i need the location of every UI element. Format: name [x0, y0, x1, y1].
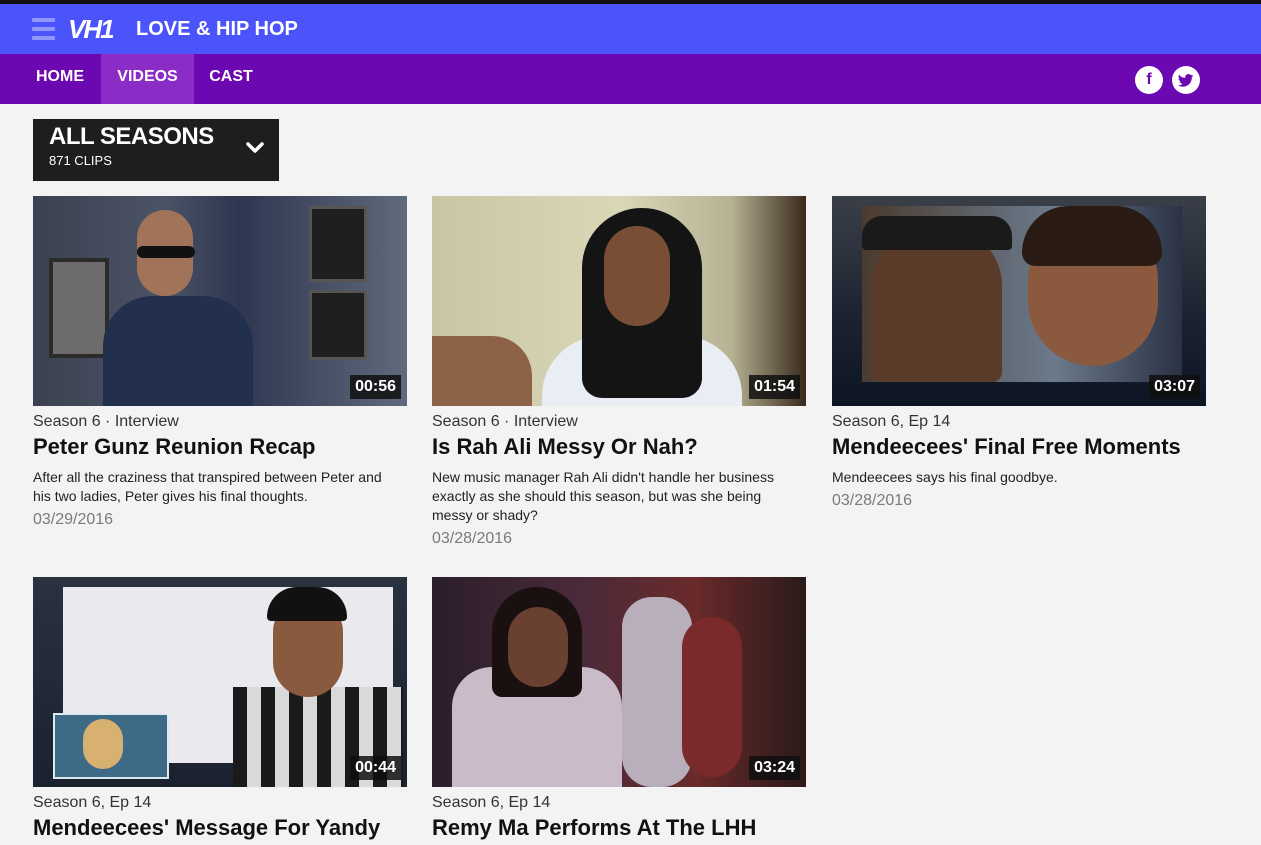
video-meta: Season 6, Ep 14: [832, 413, 951, 430]
clip-count: 871 CLIPS: [49, 153, 112, 168]
video-card: 00:56 Season 6 · Interview Peter Gunz Re…: [33, 196, 407, 529]
video-title[interactable]: Peter Gunz Reunion Recap: [33, 434, 407, 460]
video-meta: Season 6, Ep 14: [33, 794, 152, 811]
video-meta: Season 6, Ep 14: [432, 794, 551, 811]
video-duration: 00:56: [350, 375, 401, 399]
nav-bar: HOME VIDEOS CAST f: [0, 54, 1261, 104]
video-duration: 03:07: [1149, 375, 1200, 399]
nav-videos[interactable]: VIDEOS: [101, 54, 194, 104]
video-thumbnail[interactable]: 00:56: [33, 196, 407, 406]
video-date: 03/28/2016: [832, 492, 913, 509]
show-title[interactable]: LOVE & HIP HOP: [136, 18, 298, 41]
video-duration: 00:44: [350, 756, 401, 780]
nav-home[interactable]: HOME: [20, 54, 100, 104]
video-description: New music manager Rah Ali didn't handle …: [432, 469, 774, 523]
video-title[interactable]: Remy Ma Performs At The LHH: [432, 815, 806, 841]
video-thumbnail[interactable]: 01:54: [432, 196, 806, 406]
video-thumbnail[interactable]: 03:24: [432, 577, 806, 787]
video-thumbnail[interactable]: 03:07: [832, 196, 1206, 406]
video-duration: 01:54: [749, 375, 800, 399]
video-meta: Season 6 · Interview: [33, 413, 179, 430]
chevron-down-icon: [246, 142, 264, 153]
video-card: 01:54 Season 6 · Interview Is Rah Ali Me…: [432, 196, 806, 548]
video-meta: Season 6 · Interview: [432, 413, 578, 430]
video-card: 03:24 Season 6, Ep 14 Remy Ma Performs A…: [432, 577, 806, 841]
video-thumbnail[interactable]: 00:44: [33, 577, 407, 787]
video-card: 03:07 Season 6, Ep 14 Mendeecees' Final …: [832, 196, 1206, 510]
video-title[interactable]: Is Rah Ali Messy Or Nah?: [432, 434, 806, 460]
menu-icon[interactable]: [32, 18, 55, 40]
nav-cast[interactable]: CAST: [194, 54, 268, 104]
video-description: After all the craziness that transpired …: [33, 469, 382, 504]
video-title[interactable]: Mendeecees' Message For Yandy: [33, 815, 407, 841]
video-card: 00:44 Season 6, Ep 14 Mendeecees' Messag…: [33, 577, 407, 841]
season-dropdown[interactable]: ALL SEASONS 871 CLIPS: [33, 119, 279, 181]
video-title[interactable]: Mendeecees' Final Free Moments: [832, 434, 1206, 460]
twitter-icon[interactable]: [1172, 66, 1200, 94]
video-duration: 03:24: [749, 756, 800, 780]
top-bar: VH1 LOVE & HIP HOP: [0, 0, 1261, 54]
season-label: ALL SEASONS: [49, 123, 214, 150]
video-description: Mendeecees says his final goodbye.: [832, 469, 1058, 485]
vh1-logo[interactable]: VH1: [68, 14, 115, 45]
video-date: 03/28/2016: [432, 530, 513, 547]
facebook-icon[interactable]: f: [1135, 66, 1163, 94]
video-date: 03/29/2016: [33, 511, 114, 528]
